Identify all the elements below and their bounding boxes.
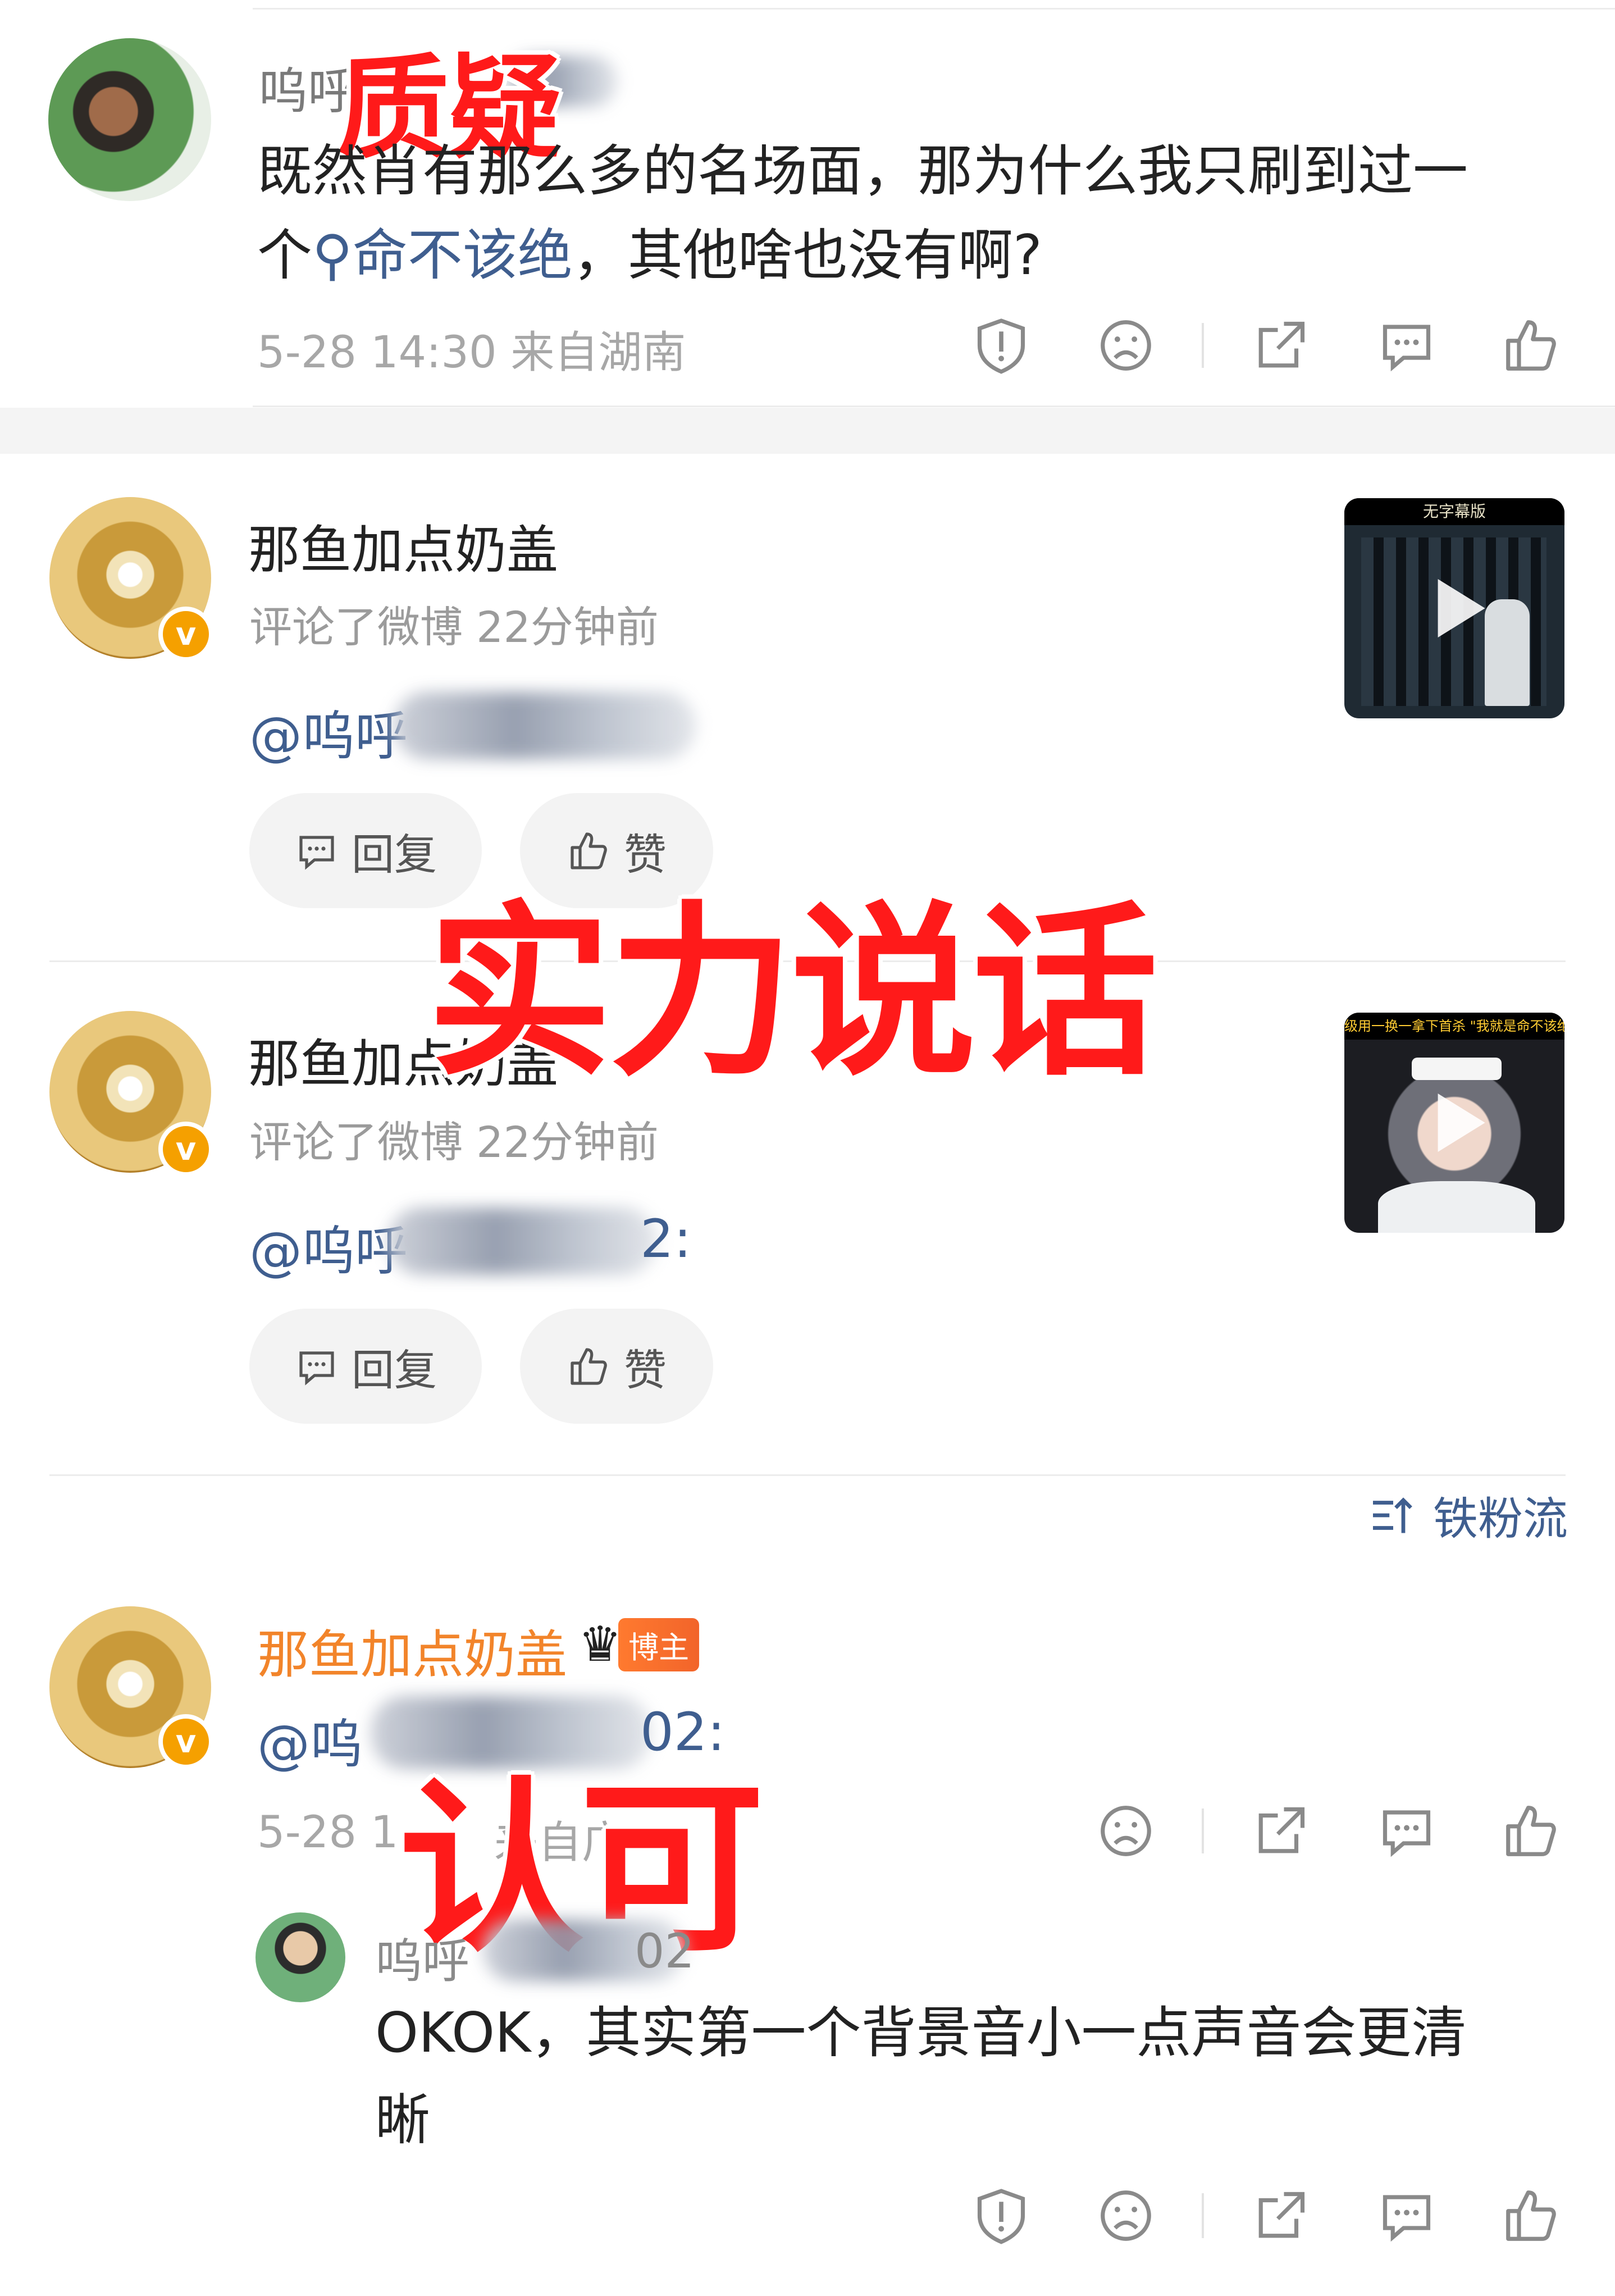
verified-badge: v [158, 1714, 213, 1769]
share-icon[interactable] [1250, 1800, 1312, 1862]
like-icon [567, 1344, 612, 1389]
reply-button[interactable]: 回复 [249, 1309, 482, 1424]
video-thumbnail[interactable]: 级用一换一拿下首杀 "我就是命不该绝 [1344, 1013, 1564, 1233]
thumbnail-caption: 级用一换一拿下首杀 "我就是命不该绝 [1344, 1013, 1564, 1040]
blogger-name[interactable]: 那鱼加点奶盖 [257, 1613, 567, 1688]
share-icon[interactable] [1250, 315, 1312, 376]
comment-icon[interactable] [1376, 2185, 1438, 2247]
report-icon[interactable] [970, 315, 1032, 376]
top-separator [253, 8, 1615, 10]
comment-icon [294, 828, 339, 873]
action-divider [1202, 2193, 1204, 2238]
stamp-strength: 实力说话 [427, 885, 1158, 1101]
like-icon[interactable] [1500, 2185, 1562, 2247]
reply-user-tail: 02 [635, 1924, 695, 1979]
search-icon: ⚲ [312, 224, 353, 288]
comment-text-line2: 个⚲命不该绝，其他啥也没有啊? [257, 224, 1042, 288]
mention-text[interactable]: @呜呼 [249, 694, 408, 770]
action-divider [1202, 323, 1204, 368]
verified-badge: v [158, 607, 213, 662]
comment-text-line1: 既然肖有那么多的名场面，那为什么我只刷到过一 [257, 139, 1468, 203]
dislike-face-icon[interactable] [1095, 315, 1157, 376]
comment-meta-start: 5-28 1 [257, 1807, 399, 1858]
dislike-face-icon[interactable] [1095, 2185, 1157, 2247]
like-icon[interactable] [1500, 1800, 1562, 1862]
topic-link[interactable]: ⚲命不该绝 [312, 224, 573, 288]
reply-user-name[interactable]: 呜呼 [375, 1924, 469, 1992]
report-icon[interactable] [970, 2185, 1032, 2247]
share-icon[interactable] [1250, 2185, 1312, 2247]
like-icon[interactable] [1500, 315, 1562, 376]
like-label: 赞 [624, 1345, 667, 1395]
thumbnail-caption: 无字幕版 [1344, 498, 1564, 525]
separator [253, 406, 1615, 407]
commenter-avatar[interactable] [48, 38, 211, 201]
section-gap [0, 408, 1615, 454]
reply-label: 回复 [352, 829, 437, 880]
play-icon [1438, 579, 1485, 637]
dislike-face-icon[interactable] [1095, 1800, 1157, 1862]
play-icon [1438, 1094, 1485, 1152]
mention-text[interactable]: @呜呼 [249, 1209, 408, 1285]
verified-badge: v [158, 1122, 213, 1177]
comment-icon[interactable] [1376, 315, 1438, 376]
crown-icon: ♛ [578, 1616, 622, 1673]
reply-text-line1: OKOK，其实第一个背景音小一点声音会更清 [375, 2001, 1467, 2065]
separator [49, 1474, 1566, 1476]
reply-user-avatar[interactable] [256, 1912, 345, 2002]
notifier-name[interactable]: 那鱼加点奶盖 [248, 508, 558, 583]
notify-subtitle: 评论了微博 22分钟前 [249, 602, 659, 652]
sort-icon [1368, 1490, 1418, 1541]
redacted-username [393, 692, 696, 759]
sort-label: 铁粉流 [1433, 1493, 1568, 1545]
comment-icon[interactable] [1376, 1800, 1438, 1862]
mention-text[interactable]: @呜 [257, 1702, 363, 1778]
video-thumbnail[interactable]: 无字幕版 [1344, 498, 1564, 718]
mention-tail: 2: [640, 1209, 692, 1270]
like-button[interactable]: 赞 [520, 1309, 713, 1424]
comment-meta: 5-28 14:30 来自湖南 [257, 327, 686, 378]
comment-icon [294, 1344, 339, 1389]
blogger-badge: ♛ 博主 [578, 1616, 700, 1673]
action-divider [1202, 1808, 1204, 1853]
redacted-username [387, 1208, 657, 1275]
reply-label: 回复 [352, 1345, 437, 1395]
reply-text-line2: 晰 [375, 2088, 431, 2152]
notify-subtitle: 评论了微博 22分钟前 [249, 1117, 659, 1167]
sort-control[interactable]: 铁粉流 [1368, 1483, 1568, 1548]
blogger-badge-label: 博主 [618, 1618, 700, 1671]
